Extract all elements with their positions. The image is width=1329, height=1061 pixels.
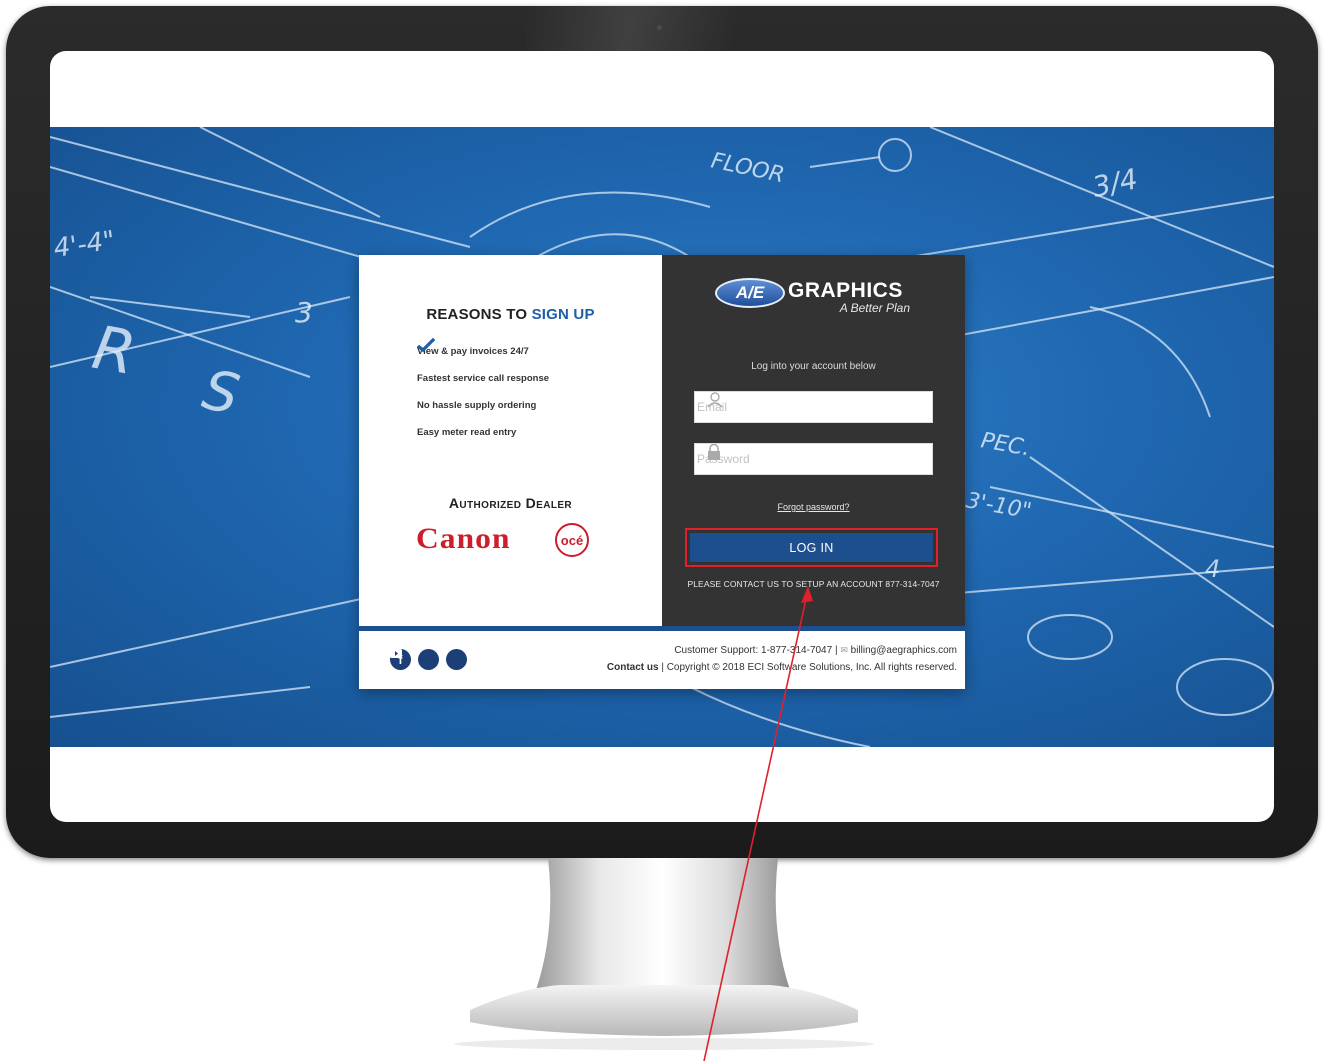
monitor-stand	[454, 858, 874, 1050]
